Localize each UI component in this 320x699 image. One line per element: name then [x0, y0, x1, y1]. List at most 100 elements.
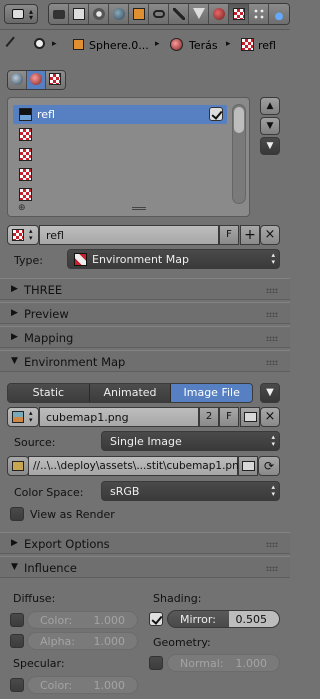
- diffuse-alpha-slider[interactable]: Alpha: 1.000: [27, 632, 138, 650]
- browse-file-button[interactable]: [238, 456, 258, 476]
- tab-scene[interactable]: [89, 4, 109, 24]
- resize-grip[interactable]: [132, 207, 146, 210]
- list-item[interactable]: refl: [13, 105, 227, 124]
- chevron-right-icon: ▶: [11, 308, 18, 318]
- new-texture-button[interactable]: +: [240, 225, 260, 245]
- list-item[interactable]: [13, 185, 227, 204]
- tab-material[interactable]: [209, 4, 229, 24]
- list-item[interactable]: [13, 125, 227, 144]
- color-space-value: sRGB: [110, 485, 140, 498]
- source-label: Source:: [14, 436, 56, 449]
- normal-checkbox[interactable]: [149, 656, 163, 670]
- wrench-icon: [173, 8, 185, 20]
- panel-preview[interactable]: ▶ Preview: [0, 302, 290, 324]
- tab-particles[interactable]: [249, 4, 269, 24]
- mirror-checkbox[interactable]: [149, 612, 163, 626]
- panel-export-options[interactable]: ▶ Export Options: [0, 532, 290, 554]
- tab-object[interactable]: [129, 4, 149, 24]
- panel-three[interactable]: ▶ THREE: [0, 278, 290, 300]
- list-item[interactable]: [13, 165, 227, 184]
- diffuse-alpha-checkbox[interactable]: [10, 634, 24, 648]
- normal-slider[interactable]: Normal: 1.000: [167, 654, 280, 672]
- color-space-dropdown[interactable]: sRGB ▴ ▾: [101, 481, 280, 501]
- specular-color-checkbox[interactable]: [10, 678, 24, 692]
- drag-handle[interactable]: [266, 288, 278, 293]
- plus-icon[interactable]: ⊕: [18, 203, 26, 213]
- tab-physics[interactable]: [269, 4, 289, 24]
- tab-constraints[interactable]: [149, 4, 169, 24]
- image-file-option[interactable]: Image File: [171, 384, 252, 402]
- close-icon: ×: [264, 409, 276, 424]
- editor-type-button[interactable]: ▴ ▾: [4, 4, 38, 24]
- tab-texture[interactable]: [229, 4, 249, 24]
- unlink-image-button[interactable]: ×: [260, 407, 280, 427]
- slot-enabled-checkbox[interactable]: [209, 107, 223, 121]
- texture-icon: [241, 38, 254, 51]
- diffuse-color-slider[interactable]: Color: 1.000: [27, 611, 138, 629]
- move-up-button[interactable]: ▲: [260, 97, 280, 115]
- fake-user-button[interactable]: F: [219, 225, 239, 245]
- environment-map-icon: [74, 253, 87, 266]
- drag-handle[interactable]: [266, 336, 278, 341]
- diffuse-label: Diffuse:: [13, 592, 56, 605]
- chevron-down-icon: ▼: [11, 356, 18, 366]
- slider-value: 1.000: [93, 614, 126, 627]
- drag-handle[interactable]: [266, 312, 278, 317]
- list-item[interactable]: [13, 145, 227, 164]
- specular-color-slider[interactable]: Color: 1.000: [27, 676, 138, 694]
- render-layers-icon: [73, 8, 85, 20]
- material-texture-button[interactable]: [27, 71, 46, 89]
- chevron-updown-icon: ▴ ▾: [271, 483, 275, 498]
- slider-value: 1.000: [93, 679, 126, 692]
- pack-image-button[interactable]: [7, 456, 29, 476]
- tab-modifiers[interactable]: [169, 4, 189, 24]
- image-name-value: cubemap1.png: [46, 411, 129, 424]
- diffuse-color-checkbox[interactable]: [10, 613, 24, 627]
- tab-render[interactable]: [49, 4, 69, 24]
- mirror-slider[interactable]: Mirror: 0.505: [167, 610, 280, 628]
- unlink-button[interactable]: ×: [260, 225, 280, 245]
- scrollbar-thumb[interactable]: [234, 107, 244, 133]
- panel-mapping[interactable]: ▶ Mapping: [0, 326, 290, 348]
- panel-influence[interactable]: ▼ Influence: [0, 556, 290, 578]
- tab-render-layers[interactable]: [69, 4, 89, 24]
- open-image-button[interactable]: [240, 407, 260, 427]
- source-dropdown[interactable]: Single Image ▴ ▾: [101, 431, 280, 451]
- env-map-specials-button[interactable]: ▼: [260, 383, 280, 403]
- tab-data[interactable]: [189, 4, 209, 24]
- slider-value: 1.000: [93, 635, 126, 648]
- texture-browse-button[interactable]: ▴ ▾: [7, 225, 39, 245]
- image-name-field[interactable]: cubemap1.png: [39, 407, 199, 427]
- image-users-count[interactable]: 2: [199, 407, 219, 427]
- image-fake-user-button[interactable]: F: [219, 407, 239, 427]
- panel-title: THREE: [24, 283, 63, 297]
- slider-label: Color:: [40, 679, 73, 692]
- specials-menu-button[interactable]: ▼: [260, 137, 280, 155]
- texture-name-field[interactable]: refl: [39, 225, 219, 245]
- camera-icon: [53, 10, 65, 19]
- texture-icon: [19, 168, 32, 181]
- slider-value: 0.505: [235, 613, 268, 626]
- list-scrollbar[interactable]: [232, 104, 246, 204]
- pin-icon[interactable]: [5, 36, 23, 54]
- panel-title: Export Options: [24, 537, 110, 551]
- drag-handle[interactable]: [266, 566, 278, 571]
- image-browse-button[interactable]: ▴ ▾: [7, 407, 39, 427]
- drag-handle[interactable]: [266, 542, 278, 547]
- static-option[interactable]: Static: [8, 384, 90, 402]
- animated-option[interactable]: Animated: [89, 384, 172, 402]
- list-item-label: refl: [37, 108, 55, 121]
- mesh-triangle-icon: [193, 8, 205, 19]
- panel-environment-map[interactable]: ▼ Environment Map: [0, 350, 290, 372]
- drag-handle[interactable]: [266, 360, 278, 365]
- filepath-field[interactable]: //..\..\deploy\assets\...stit\cubemap1.p…: [28, 456, 245, 476]
- tab-world[interactable]: [109, 4, 129, 24]
- other-texture-button[interactable]: [46, 71, 65, 89]
- reload-image-button[interactable]: ⟳: [258, 456, 280, 476]
- chevron-right-icon: ▸: [155, 39, 160, 49]
- texture-type-dropdown[interactable]: Environment Map ▴ ▾: [67, 249, 280, 269]
- chain-icon: [153, 10, 165, 18]
- move-down-button[interactable]: ▼: [260, 117, 280, 135]
- world-texture-button[interactable]: [8, 71, 27, 89]
- view-as-render-checkbox[interactable]: [10, 507, 24, 521]
